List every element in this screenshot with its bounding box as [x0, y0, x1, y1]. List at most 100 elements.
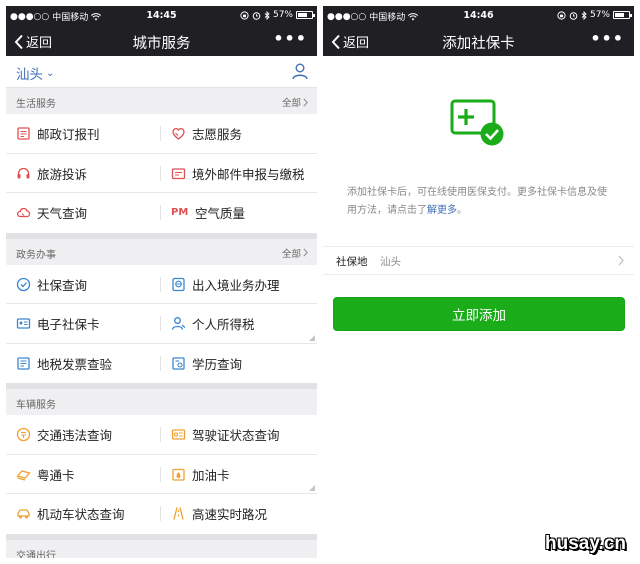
service-item[interactable]: 驾驶证状态查询	[171, 415, 280, 455]
cell-divider	[160, 205, 161, 220]
user-icon[interactable]	[291, 62, 309, 80]
service-item[interactable]: 邮政订报刊	[16, 114, 100, 154]
service-grid: 交通违法查询 驾驶证状态查询粤通卡 加油卡机动车状态查询 高速实时路况	[6, 415, 317, 534]
service-row: 邮政订报刊 志愿服务	[6, 114, 317, 154]
service-label: 志愿服务	[192, 127, 243, 143]
page-title: 添加社保卡	[442, 36, 515, 52]
service-item[interactable]: 社保查询	[16, 265, 87, 305]
add-now-button[interactable]: 立即添加	[333, 297, 625, 331]
page-title: 城市服务	[132, 36, 191, 52]
service-item[interactable]: 地税发票查验	[16, 344, 112, 384]
newspaper-icon	[17, 127, 30, 140]
pm-icon: PM	[171, 207, 189, 219]
service-label: 旅游投诉	[37, 166, 88, 182]
cell-divider	[160, 126, 161, 141]
chevron-right-icon	[303, 97, 308, 107]
watermark: husay.cn	[545, 533, 626, 554]
section-header: 生活服务 全部	[6, 88, 317, 114]
service-item[interactable]: 粤通卡	[16, 455, 75, 495]
battery-percent: 57%	[272, 10, 293, 20]
see-all-link[interactable]: 全部	[282, 95, 308, 109]
weather-icon	[16, 208, 31, 218]
service-label: 天气查询	[37, 206, 88, 222]
service-item[interactable]: 加油卡	[171, 455, 230, 495]
service-row: 旅游投诉 境外邮件申报与缴税	[6, 154, 317, 194]
service-label: 电子社保卡	[37, 317, 100, 333]
social-security-icon	[16, 277, 31, 291]
service-row: 电子社保卡 个人所得税	[6, 304, 317, 344]
section-title: 政务办事	[16, 249, 56, 261]
service-item[interactable]: 机动车状态查询	[16, 494, 125, 534]
service-item[interactable]: 交通违法查询	[16, 415, 112, 455]
alarm-icon	[252, 11, 261, 20]
chevron-right-icon	[303, 248, 308, 257]
service-item[interactable]: 个人所得税	[171, 304, 255, 344]
learn-more-link[interactable]: 解更多	[427, 205, 457, 216]
cell-divider	[160, 355, 161, 371]
service-label: 社保查询	[37, 277, 88, 293]
service-label: 加油卡	[192, 467, 230, 483]
service-item[interactable]: 志愿服务	[171, 114, 242, 154]
service-item[interactable]: 学历查询	[171, 344, 242, 384]
alarm-icon	[569, 11, 578, 20]
see-all-link[interactable]: 全部	[282, 246, 308, 260]
section-title: 车辆服务	[16, 400, 56, 411]
section-title: 生活服务	[16, 99, 56, 110]
more-options-button[interactable]: •••	[590, 29, 624, 48]
bluetooth-icon	[581, 10, 587, 20]
cell-divider	[160, 165, 161, 181]
city-name: 汕头	[16, 67, 43, 83]
service-item[interactable]: 旅游投诉	[16, 154, 87, 194]
service-item[interactable]: 电子社保卡	[16, 304, 100, 344]
description-end: 。	[457, 205, 467, 216]
mail-tax-icon	[171, 168, 186, 179]
nav-bar: 返回 城市服务 •••	[6, 26, 317, 56]
battery-icon	[613, 11, 632, 19]
chevron-down-icon: ⌄	[46, 67, 55, 79]
social-security-location-field[interactable]: 社保地 汕头	[323, 246, 634, 275]
service-row: 社保查询 出入境业务办理	[6, 265, 317, 305]
service-label: 境外邮件申报与缴税	[192, 166, 305, 182]
status-bar: ●●●○○ 中国移动 14:46 57%	[323, 6, 634, 26]
service-item[interactable]: 天气查询	[16, 193, 87, 233]
service-label: 出入境业务办理	[192, 277, 280, 293]
service-row: 交通违法查询 驾驶证状态查询	[6, 415, 317, 455]
service-label: 交通违法查询	[37, 428, 113, 444]
card-description: 添加社保卡后，可在线使用医保支付。更多社保卡信息及使用方法，请点击了解更多。	[347, 184, 616, 220]
service-label: 粤通卡	[37, 467, 75, 483]
service-item[interactable]: 出入境业务办理	[171, 265, 280, 305]
see-all-label: 全部	[281, 98, 301, 109]
see-all-label: 全部	[281, 248, 301, 260]
service-grid: 社保查询 出入境业务办理电子社保卡 个人所得税地税发票查验 学历查询	[6, 264, 317, 384]
person-tax-icon	[171, 317, 186, 330]
city-selector[interactable]: 汕头 ⌄	[16, 63, 54, 83]
fuel-card-icon	[172, 468, 185, 481]
license-icon	[171, 429, 186, 440]
orientation-lock-icon	[240, 10, 249, 20]
battery-percent: 57%	[589, 10, 610, 20]
battery-icon	[296, 11, 315, 19]
service-grid: 邮政订报刊 志愿服务旅游投诉 境外邮件申报与缴税天气查询 PM 空气质量	[6, 114, 317, 233]
section-header: 政务办事 全部	[6, 238, 317, 265]
chevron-right-icon	[618, 255, 624, 266]
section-header: 交通出行	[6, 539, 317, 558]
cell-divider	[160, 506, 161, 521]
service-label: 邮政订报刊	[37, 127, 100, 143]
service-item[interactable]: 高速实时路况	[171, 494, 267, 534]
highway-icon	[173, 507, 184, 520]
service-label: 个人所得税	[192, 317, 255, 333]
service-label: 驾驶证状态查询	[192, 428, 280, 444]
id-card-icon	[16, 318, 31, 329]
service-item[interactable]: PM 空气质量	[171, 193, 245, 233]
service-item[interactable]: 境外邮件申报与缴税	[171, 154, 305, 194]
cell-divider	[160, 466, 161, 482]
car-icon	[17, 509, 30, 519]
section-header: 车辆服务	[6, 389, 317, 415]
service-row: 机动车状态查询 高速实时路况	[6, 494, 317, 534]
city-services-screen: ●●●○○ 中国移动 14:45 57% 返回 城市服务 ••• 汕头 ⌄ 生活…	[6, 6, 317, 558]
traffic-violation-icon	[16, 428, 31, 442]
orientation-lock-icon	[557, 10, 566, 20]
headset-icon	[17, 167, 30, 179]
more-indicator	[309, 334, 315, 341]
more-options-button[interactable]: •••	[273, 29, 307, 48]
